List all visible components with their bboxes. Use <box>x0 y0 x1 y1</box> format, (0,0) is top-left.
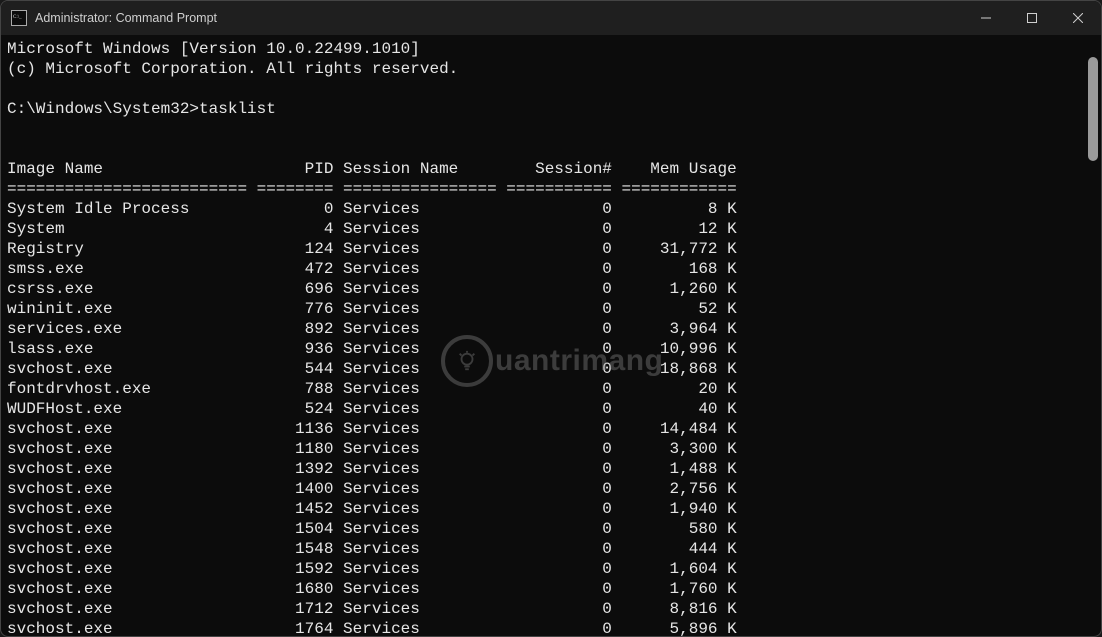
minimize-button[interactable] <box>963 1 1009 35</box>
scrollbar-thumb[interactable] <box>1088 57 1098 161</box>
titlebar[interactable]: C:\_ Administrator: Command Prompt <box>1 1 1101 35</box>
terminal-output: Microsoft Windows [Version 10.0.22499.10… <box>1 35 1101 636</box>
maximize-button[interactable] <box>1009 1 1055 35</box>
close-button[interactable] <box>1055 1 1101 35</box>
app-icon: C:\_ <box>11 10 27 26</box>
terminal-area[interactable]: Microsoft Windows [Version 10.0.22499.10… <box>1 35 1101 636</box>
command-prompt-window: C:\_ Administrator: Command Prompt Micro… <box>0 0 1102 637</box>
window-title: Administrator: Command Prompt <box>35 11 217 25</box>
svg-text:C:\_: C:\_ <box>13 15 22 20</box>
window-controls <box>963 1 1101 35</box>
